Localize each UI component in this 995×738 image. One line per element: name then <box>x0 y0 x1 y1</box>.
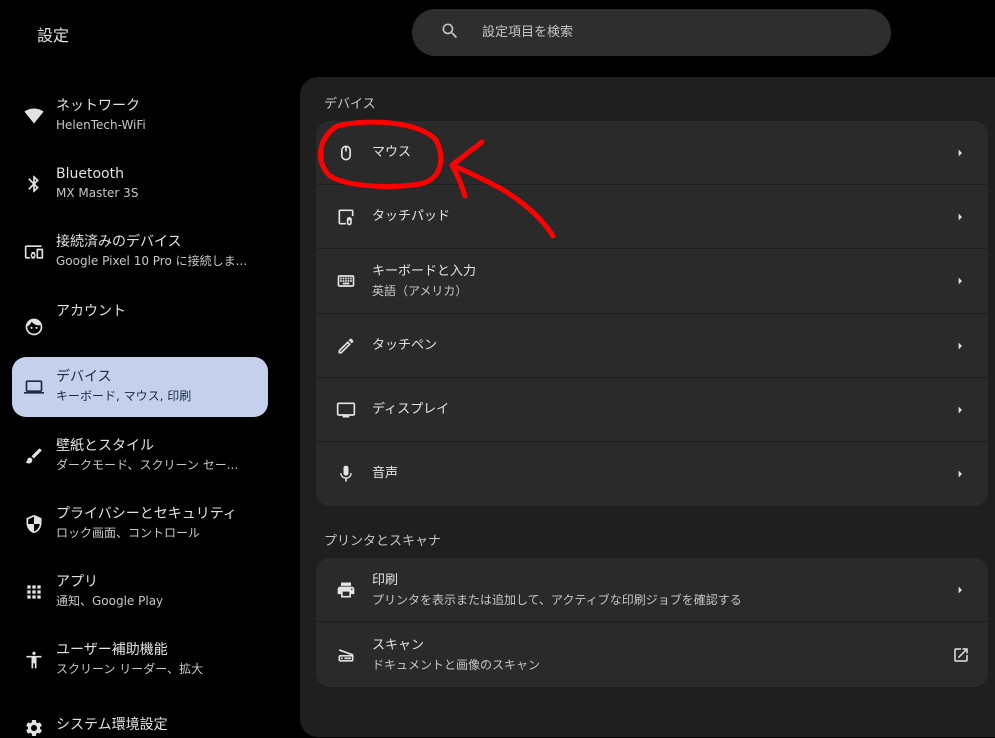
accessibility-icon <box>24 650 44 670</box>
sidebar-item-title: ユーザー補助機能 <box>56 642 168 658</box>
microphone-icon <box>336 464 356 484</box>
sidebar-item-wallpaper[interactable]: 壁紙とスタイルダークモード、スクリーン セー... <box>12 426 268 486</box>
shield-icon <box>24 514 44 534</box>
chevron-right-icon <box>952 466 968 482</box>
connected-devices-icon <box>24 242 44 262</box>
row-title: 音声 <box>372 466 399 481</box>
row-subtitle: プリンタを表示または追加して、アクティブな印刷ジョブを確認する <box>372 592 742 607</box>
wifi-icon <box>24 106 44 126</box>
laptop-icon <box>24 377 44 397</box>
sidebar-item-connected-devices[interactable]: 接続済みのデバイス Google Pixel 10 Pro に接続しま... <box>12 222 268 282</box>
printer-section-title: プリンタとスキャナ <box>324 534 442 549</box>
system-icon <box>24 718 44 738</box>
stylus-icon <box>336 336 356 356</box>
row-subtitle: ドキュメントと画像のスキャン <box>372 657 541 672</box>
printer-icon <box>336 580 356 600</box>
keyboard-row[interactable]: キーボードと入力 英語（アメリカ） <box>316 249 988 314</box>
audio-row[interactable]: 音声 <box>316 442 988 506</box>
sidebar-item-subtitle: キーボード, マウス, 印刷 <box>56 389 192 403</box>
sidebar-item-subtitle: 通知、Google Play <box>56 594 164 608</box>
chevron-right-icon <box>952 273 968 289</box>
sidebar-item-title: アカウント <box>56 303 126 320</box>
sidebar-item-system[interactable]: システム環境設定 <box>12 698 268 736</box>
sidebar-item-subtitle: ダークモード、スクリーン セー... <box>56 458 239 472</box>
apps-grid-icon <box>24 582 44 602</box>
chevron-right-icon <box>952 338 968 354</box>
search-input[interactable] <box>480 24 864 41</box>
chevron-right-icon <box>952 209 968 225</box>
row-title: ディスプレイ <box>372 401 450 417</box>
keyboard-icon <box>336 271 356 291</box>
row-title: タッチペン <box>372 337 438 353</box>
touchpad-icon <box>336 207 356 227</box>
sidebar-item-accessibility[interactable]: ユーザー補助機能スクリーン リーダー、拡大 <box>12 630 268 690</box>
device-settings-card: マウス タッチパッド キーボードと入力 英語（アメリカ） タッチペン ディスプレイ… <box>316 121 988 506</box>
bluetooth-icon <box>24 174 44 194</box>
scanner-icon <box>336 645 356 665</box>
main-panel: デバイス マウス タッチパッド キーボードと入力 英語（アメリカ） タッチペン デ… <box>300 77 995 737</box>
chevron-right-icon <box>952 582 968 598</box>
sidebar-item-title: システム環境設定 <box>56 717 168 733</box>
sidebar-item-device[interactable]: デバイスキーボード, マウス, 印刷 <box>12 357 268 417</box>
sidebar-item-subtitle: Google Pixel 10 Pro に接続しま... <box>56 254 248 268</box>
sidebar-item-title: プライバシーとセキュリティ <box>56 506 237 522</box>
chevron-right-icon <box>952 402 968 418</box>
stylus-row[interactable]: タッチペン <box>316 314 988 378</box>
app-title: 設定 <box>37 26 70 45</box>
search-icon <box>440 21 460 45</box>
touchpad-row[interactable]: タッチパッド <box>316 185 988 249</box>
print-row[interactable]: 印刷プリンタを表示または追加して、アクティブな印刷ジョブを確認する <box>316 558 988 622</box>
sidebar-item-subtitle: MX Master 3S <box>56 186 139 200</box>
sidebar-item-subtitle: HelenTech-WiFi <box>56 118 146 132</box>
printer-settings-card: 印刷プリンタを表示または追加して、アクティブな印刷ジョブを確認する スキャンドキ… <box>316 558 988 687</box>
sidebar-item-title: ネットワーク <box>56 98 140 114</box>
sidebar-item-title: Bluetooth <box>56 166 124 182</box>
row-title: スキャン <box>372 637 425 653</box>
sidebar-item-subtitle: スクリーン リーダー、拡大 <box>56 662 204 676</box>
sidebar-item-account[interactable]: アカウント <box>12 290 268 350</box>
chevron-right-icon <box>952 145 968 161</box>
sidebar-item-bluetooth[interactable]: Bluetooth MX Master 3S <box>12 154 268 214</box>
row-title: キーボードと入力 <box>372 264 477 279</box>
display-icon <box>336 400 356 420</box>
scan-row[interactable]: スキャンドキュメントと画像のスキャン <box>316 622 988 687</box>
sidebar-item-apps[interactable]: アプリ通知、Google Play <box>12 562 268 622</box>
device-section-title: デバイス <box>324 97 376 112</box>
mouse-row[interactable]: マウス <box>316 121 988 185</box>
mouse-icon <box>336 143 356 163</box>
wallpaper-style-icon <box>24 446 44 466</box>
display-row[interactable]: ディスプレイ <box>316 378 988 442</box>
sidebar-item-subtitle: ロック画面、コントロール <box>56 526 201 540</box>
sidebar-item-title: アプリ <box>56 574 98 590</box>
row-title: 印刷 <box>372 572 399 588</box>
sidebar-item-privacy[interactable]: プライバシーとセキュリティ ロック画面、コントロール <box>12 494 268 554</box>
row-title: マウス <box>372 144 412 160</box>
row-title: タッチパッド <box>372 208 451 224</box>
sidebar-item-title: デバイス <box>56 369 112 385</box>
sidebar-item-network[interactable]: ネットワーク HelenTech-WiFi <box>12 86 268 146</box>
account-icon <box>24 317 44 337</box>
row-subtitle: 英語（アメリカ） <box>372 284 468 298</box>
sidebar-item-title: 接続済みのデバイス <box>56 234 182 250</box>
open-external-icon <box>952 646 970 664</box>
sidebar-item-title: 壁紙とスタイル <box>56 438 154 454</box>
search-bar[interactable] <box>412 9 891 56</box>
